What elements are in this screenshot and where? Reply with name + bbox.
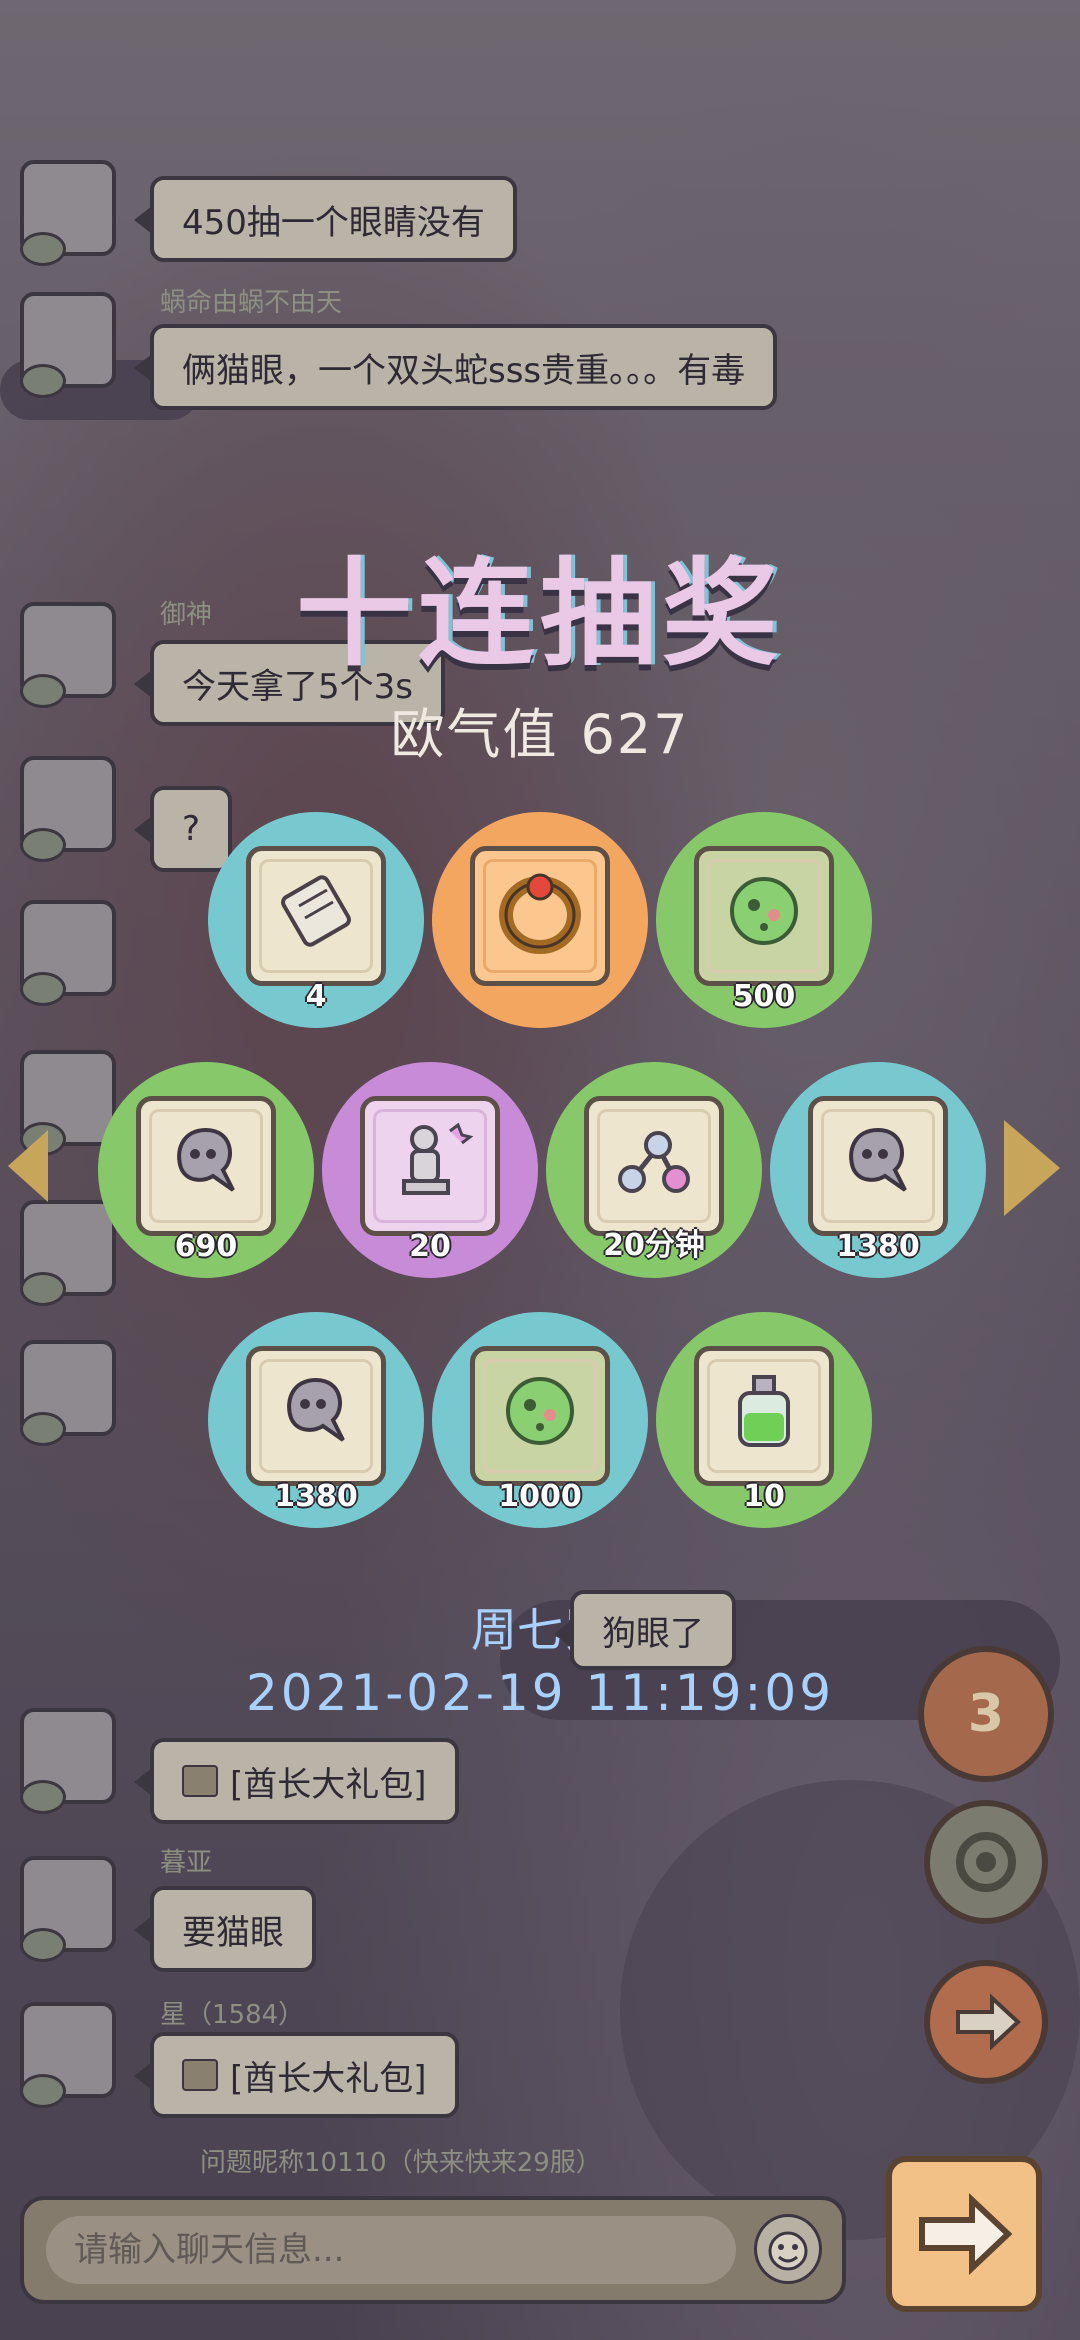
avatar[interactable] xyxy=(20,160,116,266)
prize-item[interactable]: 1380 xyxy=(208,1312,424,1528)
chat-username: 蜗命由蜗不由天 xyxy=(160,288,343,318)
forward-button[interactable] xyxy=(924,1960,1048,2084)
prize-card xyxy=(808,1096,948,1236)
eye-icon xyxy=(20,828,66,862)
eye-icon xyxy=(20,972,66,1006)
statue-icon xyxy=(402,1122,474,1195)
eye-icon xyxy=(20,1780,66,1814)
avatar[interactable] xyxy=(20,1856,116,1962)
prize-count: 1000 xyxy=(498,1479,582,1514)
prize-card xyxy=(470,846,610,986)
prize-item[interactable]: 20分钟 xyxy=(546,1062,762,1278)
avatar[interactable] xyxy=(20,1340,116,1446)
luck-value: 627 xyxy=(580,703,690,766)
prize-card xyxy=(584,1096,724,1236)
chat-bubble-text: [酋长大礼包] xyxy=(230,1764,427,1805)
gift-icon xyxy=(182,1765,218,1797)
prize-count: 10 xyxy=(743,1479,785,1514)
prize-card xyxy=(136,1096,276,1236)
prev-arrow-icon[interactable] xyxy=(8,1130,48,1202)
prize-item[interactable]: 1000 xyxy=(432,1312,648,1528)
chat-input[interactable] xyxy=(46,2216,736,2284)
eye-icon xyxy=(20,2074,66,2108)
avatar[interactable] xyxy=(20,292,116,398)
chat-bubble: ? xyxy=(133,786,233,872)
emoji-icon xyxy=(768,2231,808,2271)
prize-card xyxy=(694,1346,834,1486)
chat-input-bar xyxy=(20,2196,846,2304)
prize-count: 20分钟 xyxy=(603,1228,705,1263)
prize-item[interactable]: 500 xyxy=(656,812,872,1028)
prize-item[interactable]: 4 xyxy=(208,812,424,1028)
chat-bubble: 俩猫眼，一个双头蛇sss贵重。。。有毒 xyxy=(133,324,778,410)
prize-item[interactable]: 1380 xyxy=(770,1062,986,1278)
chat-bubble: 狗眼了 xyxy=(554,1590,736,1670)
eye-icon xyxy=(20,364,66,398)
prize-item[interactable]: 20 xyxy=(322,1062,538,1278)
prize-count: 1380 xyxy=(836,1229,920,1264)
luck-value-row: 欧气值 627 xyxy=(0,690,1080,769)
potion-icon xyxy=(738,1374,790,1447)
avatar[interactable] xyxy=(20,900,116,1006)
avatar[interactable] xyxy=(20,2002,116,2108)
gear-icon xyxy=(956,1832,1016,1892)
badge-button[interactable]: 3 xyxy=(918,1646,1054,1782)
gift-icon xyxy=(182,2059,218,2091)
ghost-icon xyxy=(849,1127,907,1192)
settings-button[interactable] xyxy=(924,1800,1048,1924)
prize-count: 20 xyxy=(409,1229,451,1264)
prize-count: 1380 xyxy=(274,1479,358,1514)
arrow-right-icon xyxy=(919,2193,1013,2275)
prize-card xyxy=(470,1346,610,1486)
eye-icon xyxy=(20,232,66,266)
chat-bubble-text: [酋长大礼包] xyxy=(230,2058,427,2099)
chat-username: 问题昵称10110（快来快来29服） xyxy=(200,2148,602,2178)
lottery-title: 十连抽奖 xyxy=(296,547,784,682)
prize-card xyxy=(694,846,834,986)
spore-icon xyxy=(730,876,798,945)
prize-count: 690 xyxy=(174,1229,238,1264)
avatar[interactable] xyxy=(20,1708,116,1814)
chat-bubble: 要猫眼 xyxy=(134,1886,316,1972)
chat-username: 暮亚 xyxy=(160,1848,213,1878)
eye-icon xyxy=(20,1928,66,1962)
molecule-icon xyxy=(618,1130,690,1193)
prize-card xyxy=(246,846,386,986)
chat-bubble: [酋长大礼包] xyxy=(134,1738,459,1824)
ghost-icon xyxy=(177,1127,235,1192)
send-button[interactable] xyxy=(886,2156,1042,2312)
badge-count: 3 xyxy=(967,1684,1005,1744)
avatar[interactable] xyxy=(20,756,116,862)
chat-username: 星（1584） xyxy=(160,2000,305,2030)
emoji-button[interactable] xyxy=(754,2214,822,2284)
scroll-icon xyxy=(281,875,351,947)
prize-card xyxy=(246,1346,386,1486)
spore-icon xyxy=(506,1376,574,1445)
chat-bubble: 450抽一个眼睛没有 xyxy=(134,176,517,262)
chat-bubble: [酋长大礼包] xyxy=(134,2032,459,2118)
arrow-right-icon xyxy=(956,1993,1021,2051)
prize-count: 4 xyxy=(305,979,327,1014)
ring-icon xyxy=(499,873,581,954)
ghost-icon xyxy=(287,1377,345,1442)
luck-label: 欧气值 xyxy=(390,703,559,766)
prize-card xyxy=(360,1096,500,1236)
prize-item[interactable] xyxy=(432,812,648,1028)
prize-item[interactable]: 10 xyxy=(656,1312,872,1528)
next-arrow-icon[interactable] xyxy=(1004,1120,1060,1216)
winner-name: 周七岁 xyxy=(471,1603,609,1657)
eye-icon xyxy=(20,1272,66,1306)
prize-item[interactable]: 690 xyxy=(98,1062,314,1278)
prize-count: 500 xyxy=(732,979,796,1014)
eye-icon xyxy=(20,1412,66,1446)
